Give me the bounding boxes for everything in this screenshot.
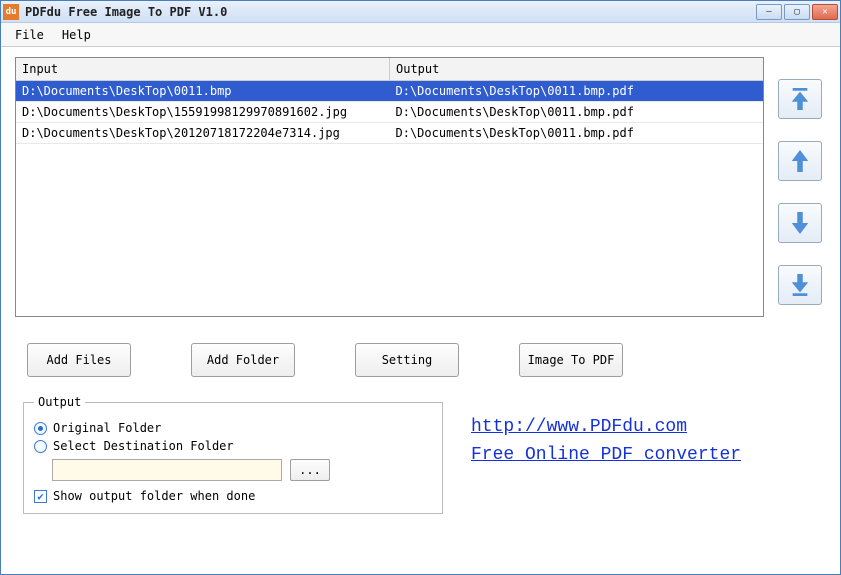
setting-button[interactable]: Setting bbox=[355, 343, 459, 377]
menu-bar: File Help bbox=[1, 23, 840, 47]
show-output-folder-label: Show output folder when done bbox=[53, 489, 255, 503]
move-bottom-button[interactable] bbox=[778, 265, 822, 305]
output-group: Output Original Folder Select Destinatio… bbox=[23, 395, 443, 514]
reorder-buttons bbox=[774, 57, 826, 317]
cell-input: D:\Documents\DeskTop\1559199812997089160… bbox=[16, 101, 390, 122]
table-row[interactable]: D:\Documents\DeskTop\0011.bmpD:\Document… bbox=[16, 80, 763, 101]
file-table[interactable]: Input Output D:\Documents\DeskTop\0011.b… bbox=[15, 57, 764, 317]
titlebar: du PDFdu Free Image To PDF V1.0 — ▢ ✕ bbox=[1, 1, 840, 23]
app-icon: du bbox=[3, 4, 19, 20]
image-to-pdf-button[interactable]: Image To PDF bbox=[519, 343, 623, 377]
radio-select-destination[interactable] bbox=[34, 440, 47, 453]
site-link[interactable]: http://www.PDFdu.com bbox=[471, 417, 741, 437]
cell-input: D:\Documents\DeskTop\20120718172204e7314… bbox=[16, 122, 390, 143]
window-controls: — ▢ ✕ bbox=[756, 4, 838, 20]
cell-input: D:\Documents\DeskTop\0011.bmp bbox=[16, 80, 390, 101]
move-up-button[interactable] bbox=[778, 141, 822, 181]
app-window: du PDFdu Free Image To PDF V1.0 — ▢ ✕ Fi… bbox=[0, 0, 841, 575]
action-row: Add Files Add Folder Setting Image To PD… bbox=[15, 317, 826, 395]
cell-output: D:\Documents\DeskTop\0011.bmp.pdf bbox=[390, 101, 764, 122]
radio-select-label: Select Destination Folder bbox=[53, 439, 234, 453]
minimize-button[interactable]: — bbox=[756, 4, 782, 20]
move-down-button[interactable] bbox=[778, 203, 822, 243]
move-top-button[interactable] bbox=[778, 79, 822, 119]
col-header-output[interactable]: Output bbox=[390, 58, 764, 80]
menu-file[interactable]: File bbox=[15, 28, 44, 42]
close-button[interactable]: ✕ bbox=[812, 4, 838, 20]
links: http://www.PDFdu.com Free Online PDF con… bbox=[471, 395, 741, 465]
arrow-bottom-icon bbox=[789, 272, 811, 298]
window-title: PDFdu Free Image To PDF V1.0 bbox=[25, 5, 756, 19]
browse-button[interactable]: ... bbox=[290, 459, 330, 481]
cell-output: D:\Documents\DeskTop\0011.bmp.pdf bbox=[390, 80, 764, 101]
col-header-input[interactable]: Input bbox=[16, 58, 390, 80]
arrow-up-icon bbox=[789, 148, 811, 174]
maximize-button[interactable]: ▢ bbox=[784, 4, 810, 20]
arrow-top-icon bbox=[789, 86, 811, 112]
main-row: Input Output D:\Documents\DeskTop\0011.b… bbox=[15, 57, 826, 317]
output-legend: Output bbox=[34, 395, 85, 409]
arrow-down-icon bbox=[789, 210, 811, 236]
radio-original-folder[interactable] bbox=[34, 422, 47, 435]
table-row[interactable]: D:\Documents\DeskTop\20120718172204e7314… bbox=[16, 122, 763, 143]
bottom-row: Output Original Folder Select Destinatio… bbox=[15, 395, 826, 514]
cell-output: D:\Documents\DeskTop\0011.bmp.pdf bbox=[390, 122, 764, 143]
tagline-link[interactable]: Free Online PDF converter bbox=[471, 445, 741, 465]
add-folder-button[interactable]: Add Folder bbox=[191, 343, 295, 377]
radio-original-label: Original Folder bbox=[53, 421, 161, 435]
add-files-button[interactable]: Add Files bbox=[27, 343, 131, 377]
table-row[interactable]: D:\Documents\DeskTop\1559199812997089160… bbox=[16, 101, 763, 122]
destination-input[interactable] bbox=[52, 459, 282, 481]
client-area: Input Output D:\Documents\DeskTop\0011.b… bbox=[1, 47, 840, 574]
show-output-folder-checkbox[interactable]: ✔ bbox=[34, 490, 47, 503]
menu-help[interactable]: Help bbox=[62, 28, 91, 42]
